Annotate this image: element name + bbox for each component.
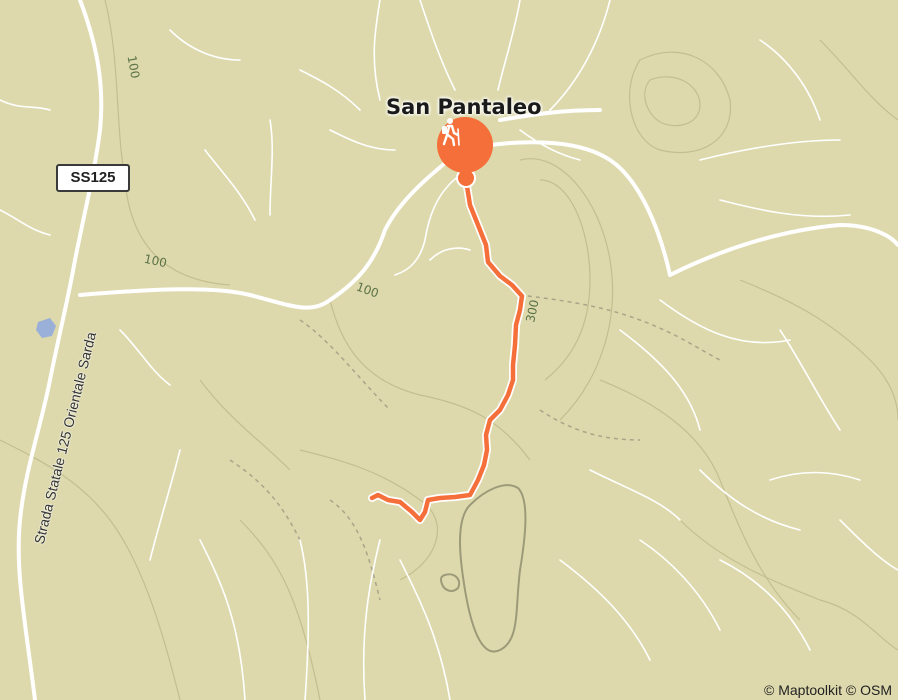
road-shield: SS125 <box>56 164 130 192</box>
hiking-icon <box>442 118 460 147</box>
water-body <box>36 318 56 338</box>
peak-contours <box>440 484 527 653</box>
map-canvas[interactable]: San Pantaleo SS125 100 100 100 300 Strad… <box>0 0 898 700</box>
map-attribution[interactable]: © Maptoolkit © OSM <box>758 680 898 700</box>
trailhead-marker[interactable] <box>437 117 493 173</box>
hiking-route[interactable] <box>368 176 526 524</box>
place-label: San Pantaleo <box>386 95 542 119</box>
